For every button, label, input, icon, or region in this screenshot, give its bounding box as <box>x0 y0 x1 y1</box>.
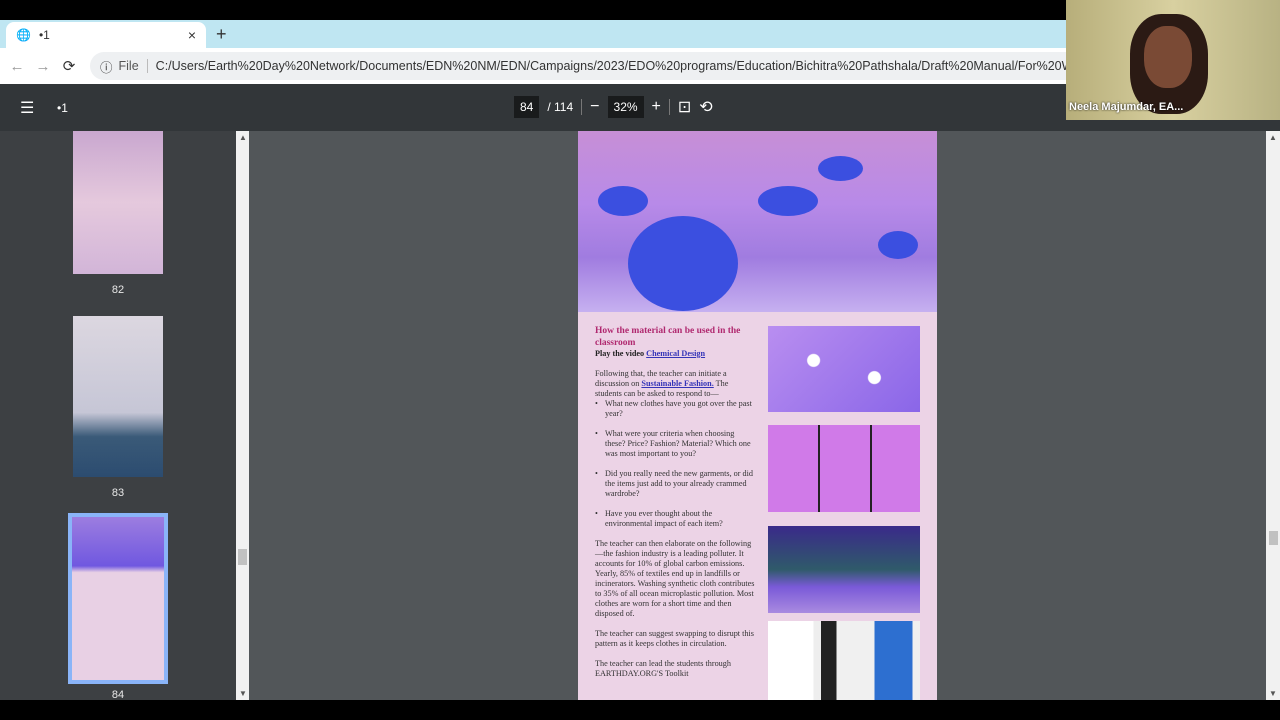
close-tab-icon[interactable]: × <box>188 27 196 43</box>
list-item: Have you ever thought about the environm… <box>595 509 755 529</box>
page-thumbnail-84-selected[interactable] <box>68 513 168 684</box>
clothes-illustration <box>768 621 920 700</box>
scroll-up-icon[interactable]: ▲ <box>239 133 247 142</box>
document-title: •1 <box>57 101 68 115</box>
reload-icon[interactable]: ⟳ <box>56 57 82 75</box>
participant-face <box>1144 26 1192 88</box>
list-item: Did you really need the new garments, or… <box>595 469 755 499</box>
zoom-input[interactable]: 32% <box>607 96 644 118</box>
divider <box>668 99 670 115</box>
address-bar-row: ← → ⟳ ⓘ File C:/Users/Earth%20Day%20Netw… <box>0 48 1066 84</box>
page-thumbnail-83[interactable] <box>73 316 163 477</box>
sustainable-fashion-link[interactable]: Sustainable Fashion. <box>641 379 713 388</box>
url-field[interactable]: ⓘ File C:/Users/Earth%20Day%20Network/Do… <box>90 52 1066 80</box>
text-column: How the material can be used in the clas… <box>595 325 755 679</box>
monster-illustration <box>768 526 920 613</box>
forward-icon[interactable]: → <box>30 58 56 75</box>
participant-name: Neela Majumdar, EA... <box>1069 101 1184 113</box>
url-text: C:/Users/Earth%20Day%20Network/Documents… <box>155 59 1066 73</box>
section-heading: How the material can be used in the clas… <box>595 326 741 348</box>
pdf-viewer: How the material can be used in the clas… <box>249 131 1266 700</box>
thumbnail-label: 84 <box>111 689 125 700</box>
pdf-page: How the material can be used in the clas… <box>578 131 937 700</box>
list-item: What were your criteria when choosing th… <box>595 429 755 459</box>
new-tab-button[interactable]: + <box>216 24 227 45</box>
question-list: What new clothes have you got over the p… <box>595 399 755 529</box>
wardrobe-illustration <box>768 425 920 512</box>
viewer-scrollbar[interactable]: ▲ ▼ <box>1266 131 1280 700</box>
chemical-design-link[interactable]: Chemical Design <box>646 349 705 358</box>
thumbnail-label: 82 <box>111 284 125 296</box>
zoom-out-icon[interactable]: − <box>590 98 599 116</box>
info-icon: ⓘ <box>100 60 113 75</box>
url-scheme-label: File <box>119 59 148 73</box>
sidebar-scrollbar[interactable]: ▲ ▼ <box>236 131 249 700</box>
menu-icon[interactable]: ☰ <box>20 98 34 118</box>
page-thumbnail-82[interactable] <box>73 131 163 274</box>
fit-page-icon[interactable]: ⊡ <box>678 97 691 117</box>
webcam-overlay: Neela Majumdar, EA... <box>1066 0 1280 120</box>
thumbnail-sidebar: 82 83 84 <box>0 131 236 700</box>
divider <box>581 99 583 115</box>
paragraph: The teacher can lead the students throug… <box>595 659 731 678</box>
list-item: What new clothes have you got over the p… <box>595 399 755 419</box>
thumbnail-label: 83 <box>111 487 125 499</box>
scroll-up-icon[interactable]: ▲ <box>1269 133 1277 142</box>
browser-tab[interactable]: 🌐 •1 × <box>6 22 206 48</box>
scroll-down-icon[interactable]: ▼ <box>239 689 247 698</box>
hero-illustration <box>578 131 937 312</box>
paragraph: The teacher can suggest swapping to disr… <box>595 629 754 648</box>
tab-title: •1 <box>38 28 50 42</box>
screen-bottom-bar <box>0 700 1280 720</box>
globe-icon: 🌐 <box>16 28 31 42</box>
scrollbar-thumb[interactable] <box>1269 531 1278 545</box>
sheep-illustration <box>768 326 920 412</box>
rotate-icon[interactable]: ⟲ <box>699 97 712 117</box>
paragraph: The teacher can then elaborate on the fo… <box>595 539 755 618</box>
total-pages: / 114 <box>547 100 574 114</box>
scroll-down-icon[interactable]: ▼ <box>1269 689 1277 698</box>
video-prefix: Play the video <box>595 349 647 358</box>
tab-strip: 🌐 •1 × + <box>0 20 1066 48</box>
back-icon[interactable]: ← <box>4 58 30 75</box>
zoom-in-icon[interactable]: + <box>652 98 661 116</box>
scrollbar-thumb[interactable] <box>238 549 247 565</box>
page-number-input[interactable]: 84 <box>514 96 540 118</box>
